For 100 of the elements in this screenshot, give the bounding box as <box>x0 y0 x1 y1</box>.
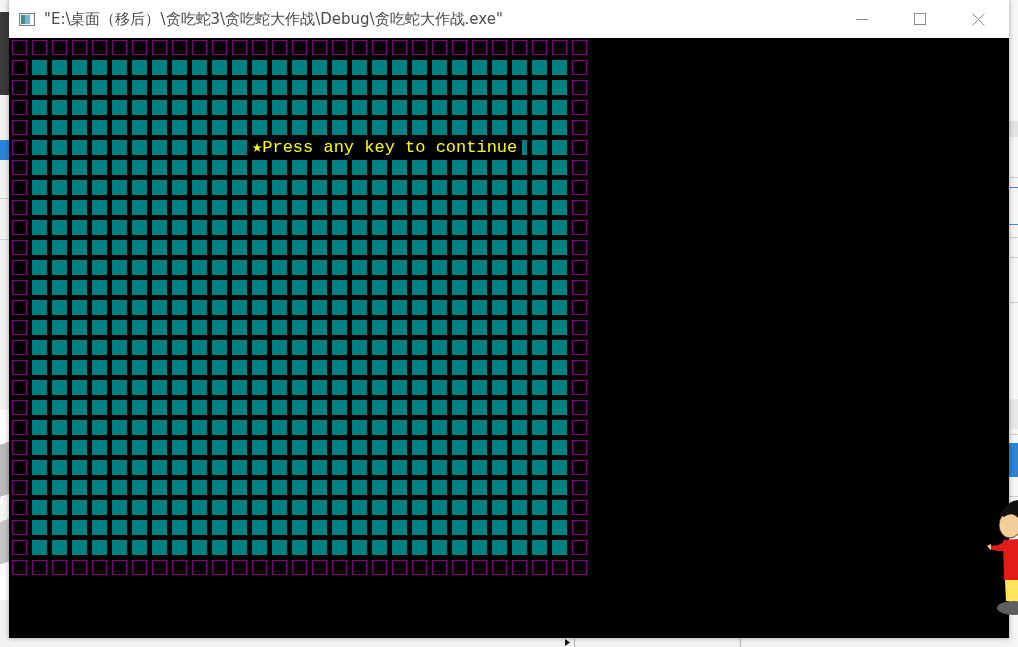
wall-tile <box>12 40 27 55</box>
wall-tile <box>292 560 307 575</box>
wall-tile <box>332 560 347 575</box>
wall-tile <box>132 40 147 55</box>
wall-tile <box>12 140 27 155</box>
wall-tile <box>72 560 87 575</box>
wall-tile <box>312 560 327 575</box>
wall-tile <box>552 40 567 55</box>
wall-tile <box>12 340 27 355</box>
wall-tile <box>532 40 547 55</box>
wall-tile <box>112 560 127 575</box>
wall-tile <box>212 560 227 575</box>
wall-tile <box>12 360 27 375</box>
wall-tile <box>112 40 127 55</box>
wall-tile <box>12 380 27 395</box>
wall-tile <box>352 560 367 575</box>
wall-tile <box>152 560 167 575</box>
wall-tile <box>252 560 267 575</box>
wall-tile <box>432 560 447 575</box>
close-icon <box>971 12 985 26</box>
wall-tile <box>172 40 187 55</box>
wall-tile <box>572 560 587 575</box>
wall-tile <box>452 560 467 575</box>
wall-tile <box>72 40 87 55</box>
prompt-text: ★Press any key to continue <box>252 138 519 157</box>
wall-tile <box>572 400 587 415</box>
wall-tile <box>192 560 207 575</box>
wall-tile <box>512 40 527 55</box>
wall-tile <box>572 200 587 215</box>
maximize-icon <box>914 13 926 25</box>
wall-tile <box>312 40 327 55</box>
wall-tile <box>272 40 287 55</box>
wall-tile <box>372 560 387 575</box>
wall-tile <box>572 360 587 375</box>
wall-tile <box>572 380 587 395</box>
wall-tile <box>12 500 27 515</box>
wall-tile <box>572 160 587 175</box>
wall-tile <box>92 560 107 575</box>
wall-tile <box>412 560 427 575</box>
wall-tile <box>572 500 587 515</box>
wall-tile <box>32 560 47 575</box>
wall-tile <box>392 560 407 575</box>
wall-tile <box>212 40 227 55</box>
wall-tile <box>12 80 27 95</box>
wall-tile <box>12 420 27 435</box>
wall-tile <box>52 40 67 55</box>
wall-tile <box>432 40 447 55</box>
wall-tile <box>12 180 27 195</box>
wall-tile <box>12 300 27 315</box>
wall-tile <box>572 260 587 275</box>
wall-tile <box>472 40 487 55</box>
wall-tile <box>572 140 587 155</box>
wall-tile <box>12 560 27 575</box>
wall-tile <box>532 560 547 575</box>
wall-tile <box>572 240 587 255</box>
wall-tile <box>12 320 27 335</box>
wall-tile <box>572 440 587 455</box>
wall-tile <box>12 540 27 555</box>
highlight-bar <box>0 140 9 160</box>
wall-tile <box>572 460 587 475</box>
wall-tile <box>12 100 27 115</box>
wall-tile <box>572 540 587 555</box>
wall-tile <box>512 560 527 575</box>
console-window-icon <box>19 12 35 26</box>
wall-tile <box>272 560 287 575</box>
wall-tile <box>12 480 27 495</box>
wall-tile <box>572 280 587 295</box>
wall-tile <box>232 40 247 55</box>
wall-tile <box>12 400 27 415</box>
wall-tile <box>152 40 167 55</box>
wall-tile <box>92 40 107 55</box>
wall-tile <box>572 320 587 335</box>
wall-tile <box>372 40 387 55</box>
triangle-right-icon <box>565 639 570 646</box>
wall-tile <box>352 40 367 55</box>
highlight-bar <box>1009 443 1018 477</box>
wall-tile <box>172 560 187 575</box>
wall-tile <box>392 40 407 55</box>
wall-tile <box>12 120 27 135</box>
wall-tile <box>52 560 67 575</box>
wall-tile <box>12 200 27 215</box>
wall-tile <box>572 300 587 315</box>
wall-tile <box>492 560 507 575</box>
wall-tile <box>472 560 487 575</box>
wall-tile <box>252 40 267 55</box>
wall-tile <box>572 220 587 235</box>
wall-tile <box>192 40 207 55</box>
wall-tile <box>412 40 427 55</box>
wall-tile <box>12 160 27 175</box>
wall-tile <box>572 420 587 435</box>
window-title: "E:\桌面（移后）\贪吃蛇3\贪吃蛇大作战\Debug\贪吃蛇大作战.exe" <box>44 9 503 29</box>
wall-tile <box>12 260 27 275</box>
wall-tile <box>12 220 27 235</box>
wall-tile <box>332 40 347 55</box>
wall-tile <box>32 40 47 55</box>
wall-tile <box>232 560 247 575</box>
wall-tile <box>572 40 587 55</box>
wall-tile <box>572 480 587 495</box>
wall-tile <box>492 40 507 55</box>
wall-tile <box>12 280 27 295</box>
